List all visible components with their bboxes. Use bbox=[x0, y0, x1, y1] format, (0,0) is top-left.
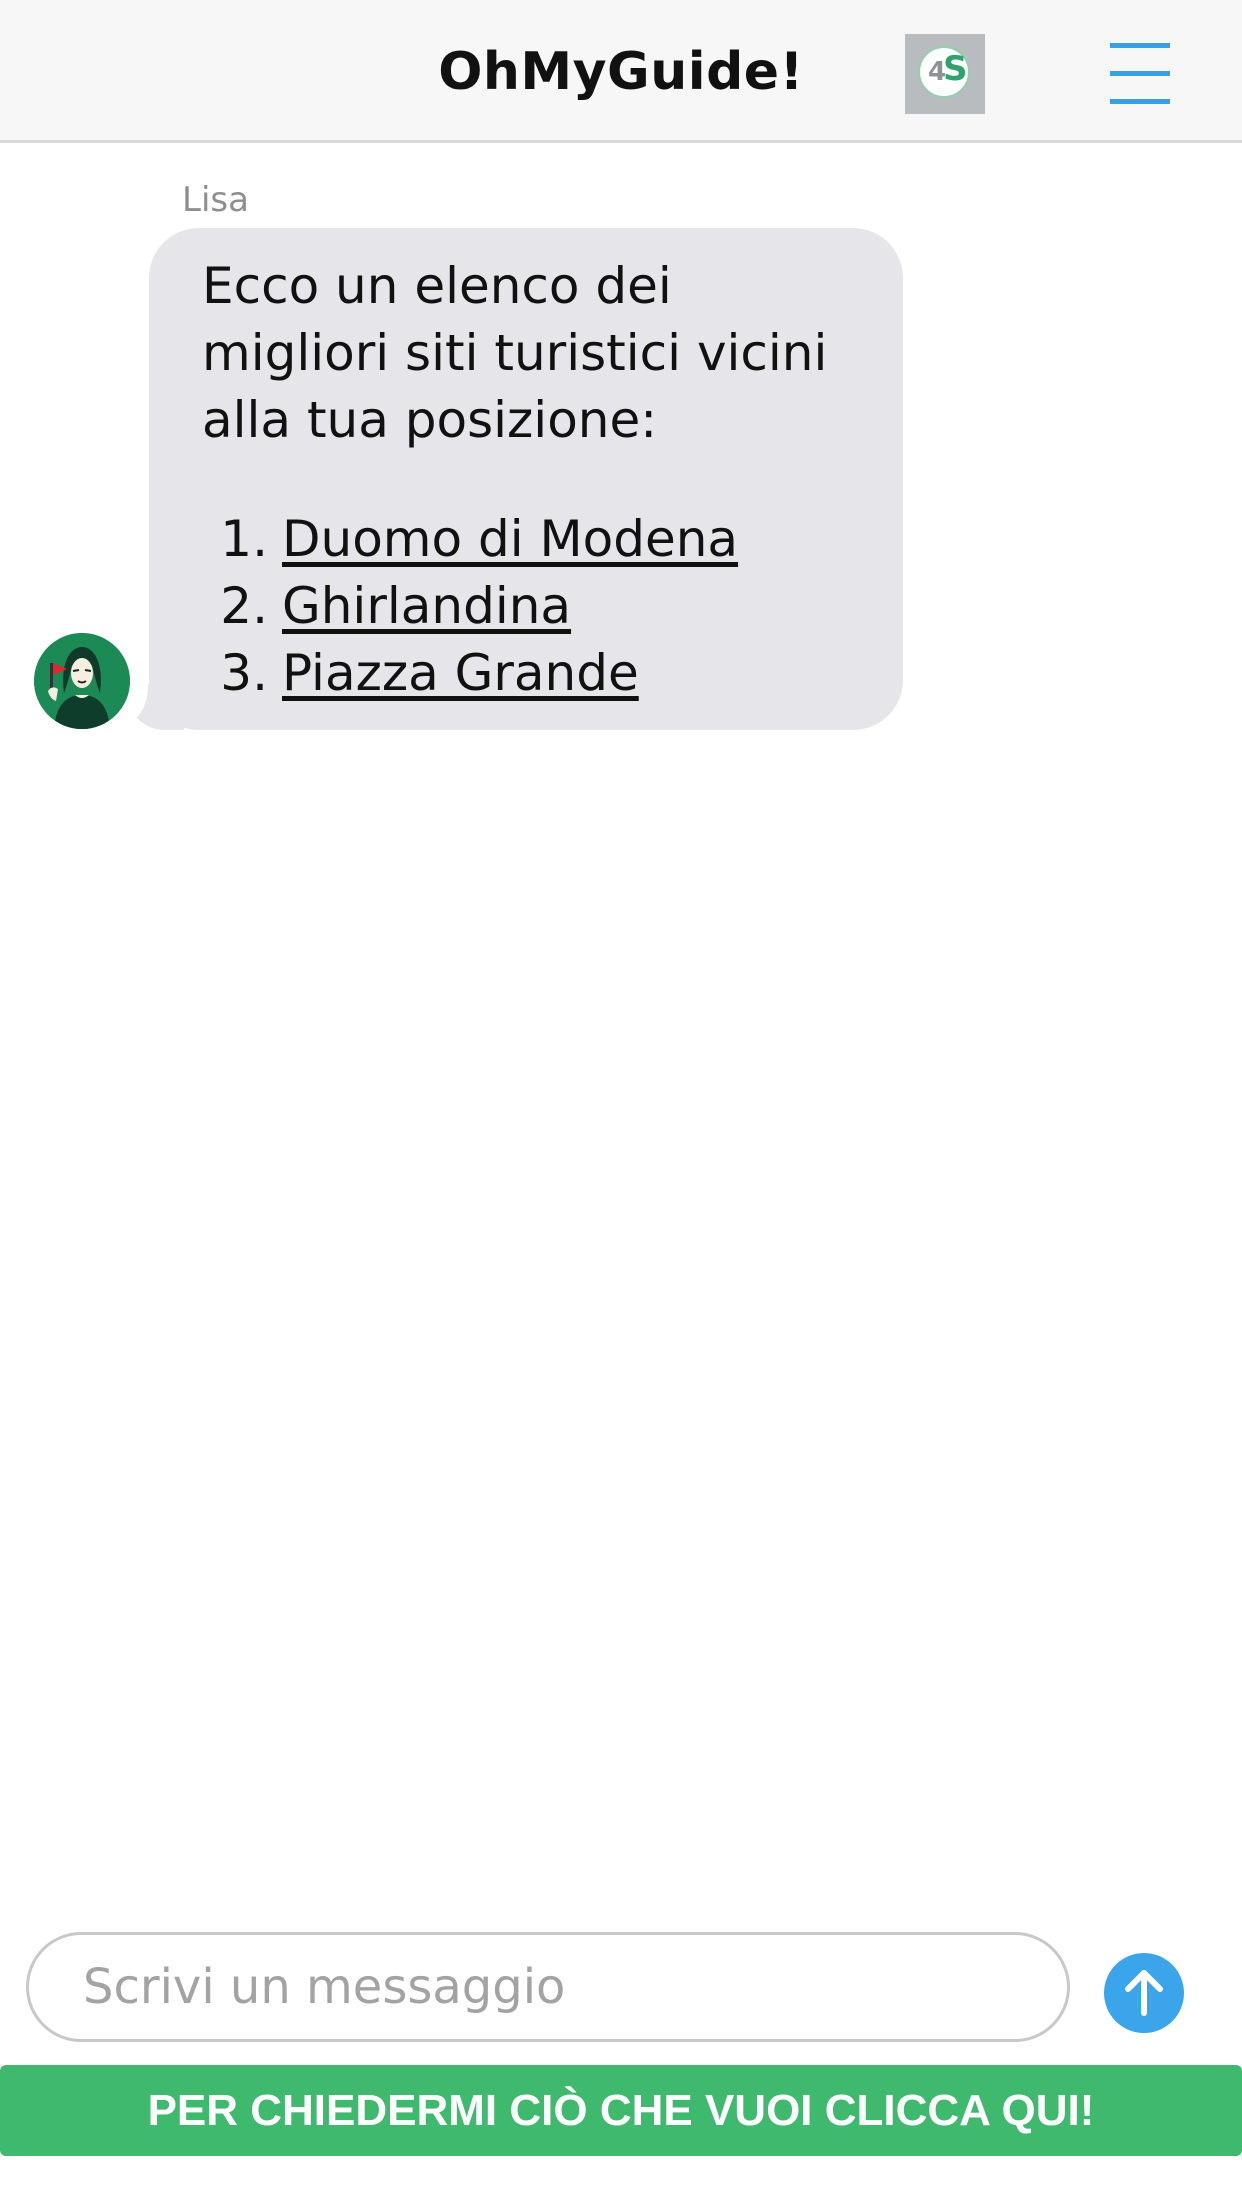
hamburger-menu-icon[interactable] bbox=[1110, 40, 1174, 106]
site-link-ghirlandina[interactable]: Ghirlandina bbox=[282, 577, 571, 635]
menu-line-top bbox=[1110, 43, 1170, 48]
ask-anything-button[interactable]: PER CHIEDERMI CIÒ CHE VUOI CLICCA QUI! bbox=[0, 2065, 1242, 2156]
message-input[interactable] bbox=[26, 1932, 1070, 2042]
send-button[interactable] bbox=[1104, 1953, 1184, 2033]
arrow-up-icon bbox=[1125, 1970, 1163, 2016]
mona-lisa-avatar-icon bbox=[34, 633, 130, 729]
message-composer bbox=[0, 1903, 1242, 2063]
list-number: 1. bbox=[220, 510, 268, 568]
sites-list: 1. Duomo di Modena 2. Ghirlandina 3. Piazza… bbox=[202, 506, 863, 707]
app-header: OhMyGuide! 4 S bbox=[0, 0, 1242, 143]
menu-line-bottom bbox=[1110, 99, 1170, 104]
menu-line-middle bbox=[1110, 71, 1170, 76]
avatar-illustration bbox=[34, 633, 130, 729]
4s-logo-icon[interactable]: 4 S bbox=[905, 34, 985, 114]
site-link-piazza-grande[interactable]: Piazza Grande bbox=[282, 644, 639, 702]
list-number: 2. bbox=[220, 577, 268, 635]
list-number: 3. bbox=[220, 644, 268, 702]
list-item: 3. Piazza Grande bbox=[202, 640, 863, 707]
app-title: OhMyGuide! bbox=[438, 42, 804, 102]
message-bubble: Ecco un elenco dei migliori siti turisti… bbox=[149, 228, 903, 730]
sender-name: Lisa bbox=[182, 180, 249, 220]
list-item: 2. Ghirlandina bbox=[202, 573, 863, 640]
bottom-space bbox=[0, 2156, 1242, 2208]
site-link-duomo[interactable]: Duomo di Modena bbox=[282, 510, 738, 568]
list-item: 1. Duomo di Modena bbox=[202, 506, 863, 573]
logo-letter: S bbox=[943, 49, 968, 89]
message-intro: Ecco un elenco dei migliori siti turisti… bbox=[202, 257, 828, 449]
